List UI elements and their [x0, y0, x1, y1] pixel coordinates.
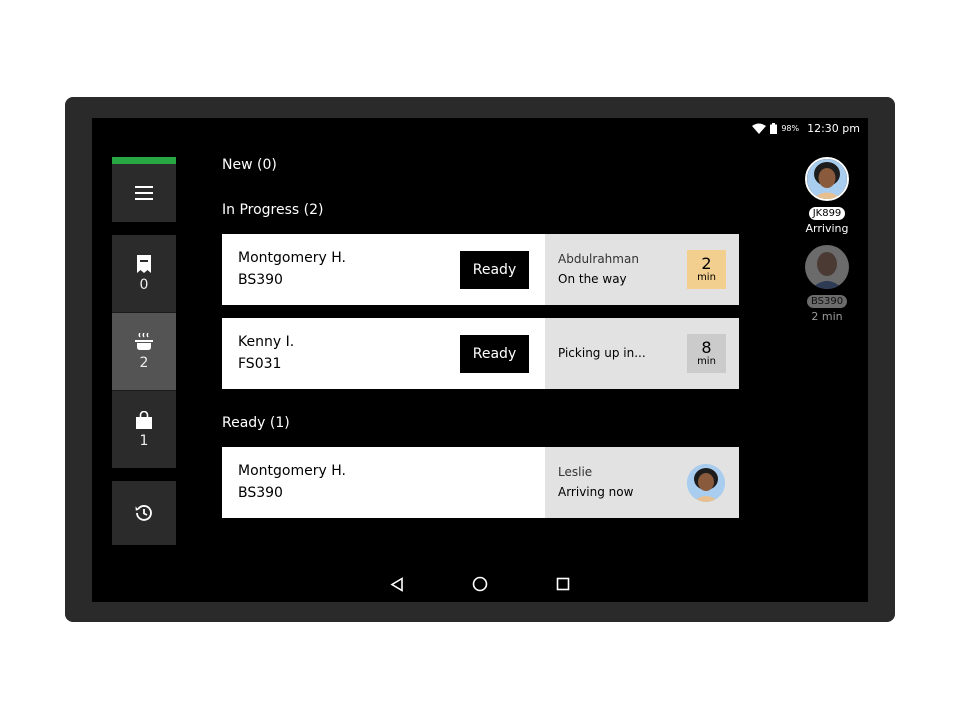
order-code: BS390: [238, 485, 283, 501]
courier-order-tag: BS390: [806, 295, 848, 308]
status-bar: 98% 12:30 pm: [752, 121, 860, 135]
receipt-icon: [137, 254, 151, 273]
sidebar-item-count: 1: [139, 432, 149, 449]
sidebar-item-new[interactable]: 0: [112, 235, 176, 312]
order-card[interactable]: Montgomery H. BS390 Leslie Arriving now: [222, 447, 739, 518]
recents-square-icon[interactable]: [556, 577, 570, 591]
section-title-ready[interactable]: Ready (1): [222, 415, 290, 431]
order-card[interactable]: Montgomery H. BS390 Ready Abdulrahman On…: [222, 234, 739, 305]
avatar-photo: [687, 464, 725, 502]
avatar-photo: [805, 245, 849, 289]
customer-name: Montgomery H.: [238, 463, 346, 479]
courier-name: Leslie: [558, 465, 593, 479]
section-title-in-progress[interactable]: In Progress (2): [222, 202, 323, 218]
courier-avatar: [805, 245, 849, 289]
history-icon: [135, 505, 152, 521]
clock: 12:30 pm: [807, 121, 860, 135]
courier-status: Picking up in...: [558, 346, 646, 360]
history-button[interactable]: [112, 481, 176, 545]
eta-badge: 8 min: [687, 334, 726, 373]
system-nav-bar: [390, 574, 570, 594]
eta-unit: min: [697, 355, 716, 367]
cooking-pot-icon: [135, 332, 153, 350]
courier-info: Leslie Arriving now: [545, 447, 739, 518]
app-screen: 98% 12:30 pm 0 2 1 New (0) In Progress (…: [92, 118, 868, 602]
order-code: FS031: [238, 356, 282, 372]
courier-avatar: [805, 157, 849, 201]
eta-badge: 2 min: [687, 250, 726, 289]
sidebar-item-ready[interactable]: 1: [112, 391, 176, 468]
ready-button[interactable]: Ready: [460, 251, 529, 289]
eta-value: 2: [701, 253, 712, 273]
order-info: Kenny I. FS031 Ready: [222, 318, 545, 389]
hamburger-menu-icon: [135, 186, 153, 200]
ready-button[interactable]: Ready: [460, 335, 529, 373]
battery-percent: 98%: [781, 123, 800, 133]
sidebar-item-count: 0: [139, 276, 149, 293]
courier-order-tag: JK899: [808, 207, 846, 220]
courier-name: Abdulrahman: [558, 252, 639, 266]
home-circle-icon[interactable]: [472, 576, 488, 592]
courier-info: Picking up in... 8 min: [545, 318, 739, 389]
eta-value: 8: [701, 337, 712, 357]
courier-avatar: [687, 464, 725, 502]
courier-arrival[interactable]: BS390 2 min: [792, 245, 862, 323]
courier-caption: 2 min: [811, 310, 843, 323]
sidebar-filters: 0 2 1: [112, 235, 176, 468]
courier-info: Abdulrahman On the way 2 min: [545, 234, 739, 305]
customer-name: Montgomery H.: [238, 250, 346, 266]
customer-name: Kenny I.: [238, 334, 295, 350]
back-triangle-icon[interactable]: [390, 576, 404, 592]
order-code: BS390: [238, 272, 283, 288]
battery-icon: [770, 122, 778, 134]
courier-status: On the way: [558, 272, 627, 286]
order-info: Montgomery H. BS390: [222, 447, 545, 518]
sidebar-accent-bar: [112, 157, 176, 164]
courier-status: Arriving now: [558, 485, 634, 499]
shopping-bag-icon: [136, 410, 152, 429]
wifi-icon: [752, 123, 767, 134]
order-info: Montgomery H. BS390 Ready: [222, 234, 545, 305]
sidebar-item-in-progress[interactable]: 2: [112, 312, 176, 391]
order-card[interactable]: Kenny I. FS031 Ready Picking up in... 8 …: [222, 318, 739, 389]
sidebar: 0 2 1: [112, 157, 176, 545]
sidebar-item-count: 2: [139, 354, 149, 371]
eta-unit: min: [697, 271, 716, 283]
menu-button[interactable]: [112, 164, 176, 222]
avatar-photo: [807, 159, 847, 199]
courier-arrival[interactable]: JK899 Arriving: [792, 157, 862, 235]
section-title-new[interactable]: New (0): [222, 157, 277, 173]
courier-caption: Arriving: [805, 222, 849, 235]
